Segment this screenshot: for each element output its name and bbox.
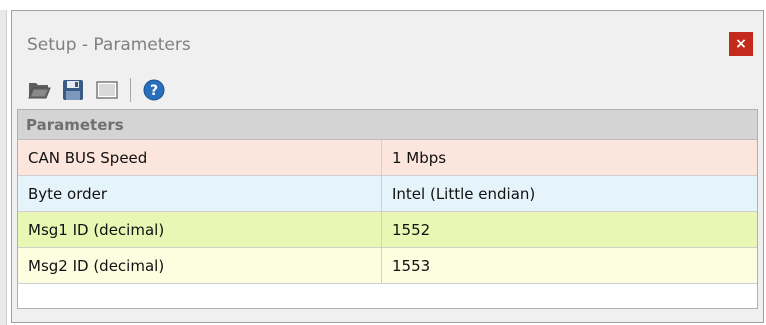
parameters-grid: Parameters CAN BUS Speed 1 Mbps Byte order…: [17, 109, 758, 309]
setup-parameters-window: Setup - Parameters × ? Parameters CAN BU…: [11, 10, 764, 323]
parameter-name: Msg2 ID (decimal): [18, 248, 382, 283]
parameter-row[interactable]: Msg1 ID (decimal) 1552: [18, 212, 757, 248]
svg-text:?: ?: [150, 83, 158, 99]
toolbar: ?: [26, 75, 167, 105]
parameter-name: Byte order: [18, 176, 382, 211]
parameter-value[interactable]: Intel (Little endian): [382, 176, 757, 211]
close-button[interactable]: ×: [729, 32, 753, 56]
toolbar-separator: [130, 78, 131, 102]
parameter-value[interactable]: 1552: [382, 212, 757, 247]
window-button[interactable]: [94, 77, 120, 103]
title-bar[interactable]: Setup - Parameters ×: [12, 11, 763, 69]
parameter-value[interactable]: 1 Mbps: [382, 140, 757, 175]
parameter-row[interactable]: Byte order Intel (Little endian): [18, 176, 757, 212]
save-button[interactable]: [60, 77, 86, 103]
window-icon: [96, 81, 118, 99]
grid-header: Parameters: [18, 110, 757, 140]
parameter-value[interactable]: 1553: [382, 248, 757, 283]
parameter-row[interactable]: CAN BUS Speed 1 Mbps: [18, 140, 757, 176]
parameter-row[interactable]: Msg2 ID (decimal) 1553: [18, 248, 757, 284]
open-folder-icon: [28, 83, 51, 99]
save-disk-icon: [63, 80, 83, 100]
grid-rows: CAN BUS Speed 1 Mbps Byte order Intel (Litt…: [18, 140, 757, 284]
help-button[interactable]: ?: [141, 77, 167, 103]
help-icon: ?: [143, 79, 165, 101]
parameter-name: CAN BUS Speed: [18, 140, 382, 175]
window-edge: [0, 10, 7, 325]
window-title: Setup - Parameters: [27, 35, 191, 55]
open-button[interactable]: [26, 77, 52, 103]
parameter-name: Msg1 ID (decimal): [18, 212, 382, 247]
